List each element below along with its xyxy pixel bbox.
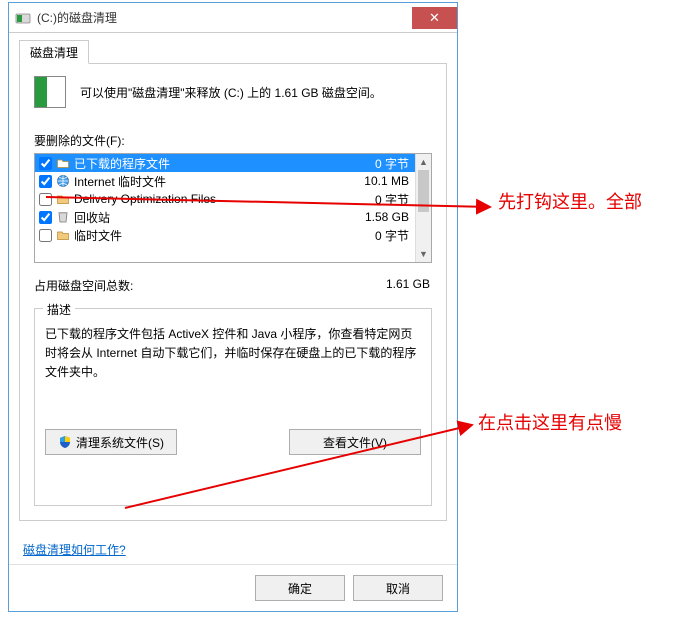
cancel-label: 取消 [386,580,410,597]
disk-cleanup-app-icon [15,10,31,26]
file-type-icon [56,174,70,188]
how-does-disk-cleanup-work-link[interactable]: 磁盘清理如何工作? [23,541,126,558]
total-row: 占用磁盘空间总数: 1.61 GB [34,277,432,294]
file-row[interactable]: 已下载的程序文件0 字节 [35,154,431,172]
intro-text: 可以使用"磁盘清理"来释放 (C:) 上的 1.61 GB 磁盘空间。 [80,84,382,101]
annotation-click-hint: 在点击这里有点慢 [478,411,688,436]
scroll-down-button[interactable]: ▼ [416,246,431,262]
file-type-icon [56,210,70,224]
total-label: 占用磁盘空间总数: [34,277,386,294]
clean-system-files-button[interactable]: 清理系统文件(S) [45,429,177,455]
file-row-checkbox[interactable] [39,157,52,170]
file-row-checkbox[interactable] [39,193,52,206]
view-files-label: 查看文件(V) [323,434,387,451]
total-value: 1.61 GB [386,277,432,294]
file-list-scrollbar[interactable]: ▲ ▼ [415,154,431,262]
file-row[interactable]: 临时文件0 字节 [35,226,431,244]
files-to-delete-label: 要删除的文件(F): [34,132,432,149]
tab-strip: 磁盘清理 [19,41,457,63]
file-row[interactable]: Internet 临时文件10.1 MB [35,172,431,190]
close-button[interactable]: ✕ [412,7,457,29]
scroll-up-button[interactable]: ▲ [416,154,431,170]
window-title: (C:)的磁盘清理 [37,9,412,26]
file-row-checkbox[interactable] [39,229,52,242]
titlebar: (C:)的磁盘清理 ✕ [9,3,457,33]
dialog-button-bar: 确定 取消 [9,564,457,611]
file-type-icon [56,156,70,170]
view-files-button[interactable]: 查看文件(V) [289,429,421,455]
file-type-icon [56,192,70,206]
file-row-name: 回收站 [74,209,365,226]
file-row-name: Delivery Optimization Files [74,192,375,206]
tab-panel: 可以使用"磁盘清理"来释放 (C:) 上的 1.61 GB 磁盘空间。 要删除的… [19,63,447,521]
shield-icon [58,435,72,449]
file-row-checkbox[interactable] [39,175,52,188]
file-row-checkbox[interactable] [39,211,52,224]
scroll-track[interactable] [416,170,431,246]
close-icon: ✕ [429,10,440,26]
intro-row: 可以使用"磁盘清理"来释放 (C:) 上的 1.61 GB 磁盘空间。 [34,76,432,108]
tab-disk-cleanup[interactable]: 磁盘清理 [19,40,89,64]
file-row-name: 临时文件 [74,227,375,244]
scroll-thumb[interactable] [418,170,429,212]
file-row-name: Internet 临时文件 [74,173,364,190]
file-list: 已下载的程序文件0 字节Internet 临时文件10.1 MBDelivery… [34,153,432,263]
disk-cleanup-dialog: (C:)的磁盘清理 ✕ 磁盘清理 可以使用"磁盘清理"来释放 (C:) 上的 1… [8,2,458,612]
ok-button[interactable]: 确定 [255,575,345,601]
description-group: 描述 已下载的程序文件包括 ActiveX 控件和 Java 小程序，你查看特定… [34,308,432,506]
annotation-checkbox-hint: 先打钩这里。全部 [498,190,678,215]
file-type-icon [56,228,70,242]
file-row[interactable]: Delivery Optimization Files0 字节 [35,190,431,208]
clean-system-files-label: 清理系统文件(S) [76,434,164,451]
ok-label: 确定 [288,580,312,597]
description-text: 已下载的程序文件包括 ActiveX 控件和 Java 小程序，你查看特定网页时… [45,325,421,417]
disk-usage-icon [34,76,66,108]
file-row[interactable]: 回收站1.58 GB [35,208,431,226]
file-row-name: 已下载的程序文件 [74,155,375,172]
description-legend: 描述 [43,301,75,318]
cancel-button[interactable]: 取消 [353,575,443,601]
